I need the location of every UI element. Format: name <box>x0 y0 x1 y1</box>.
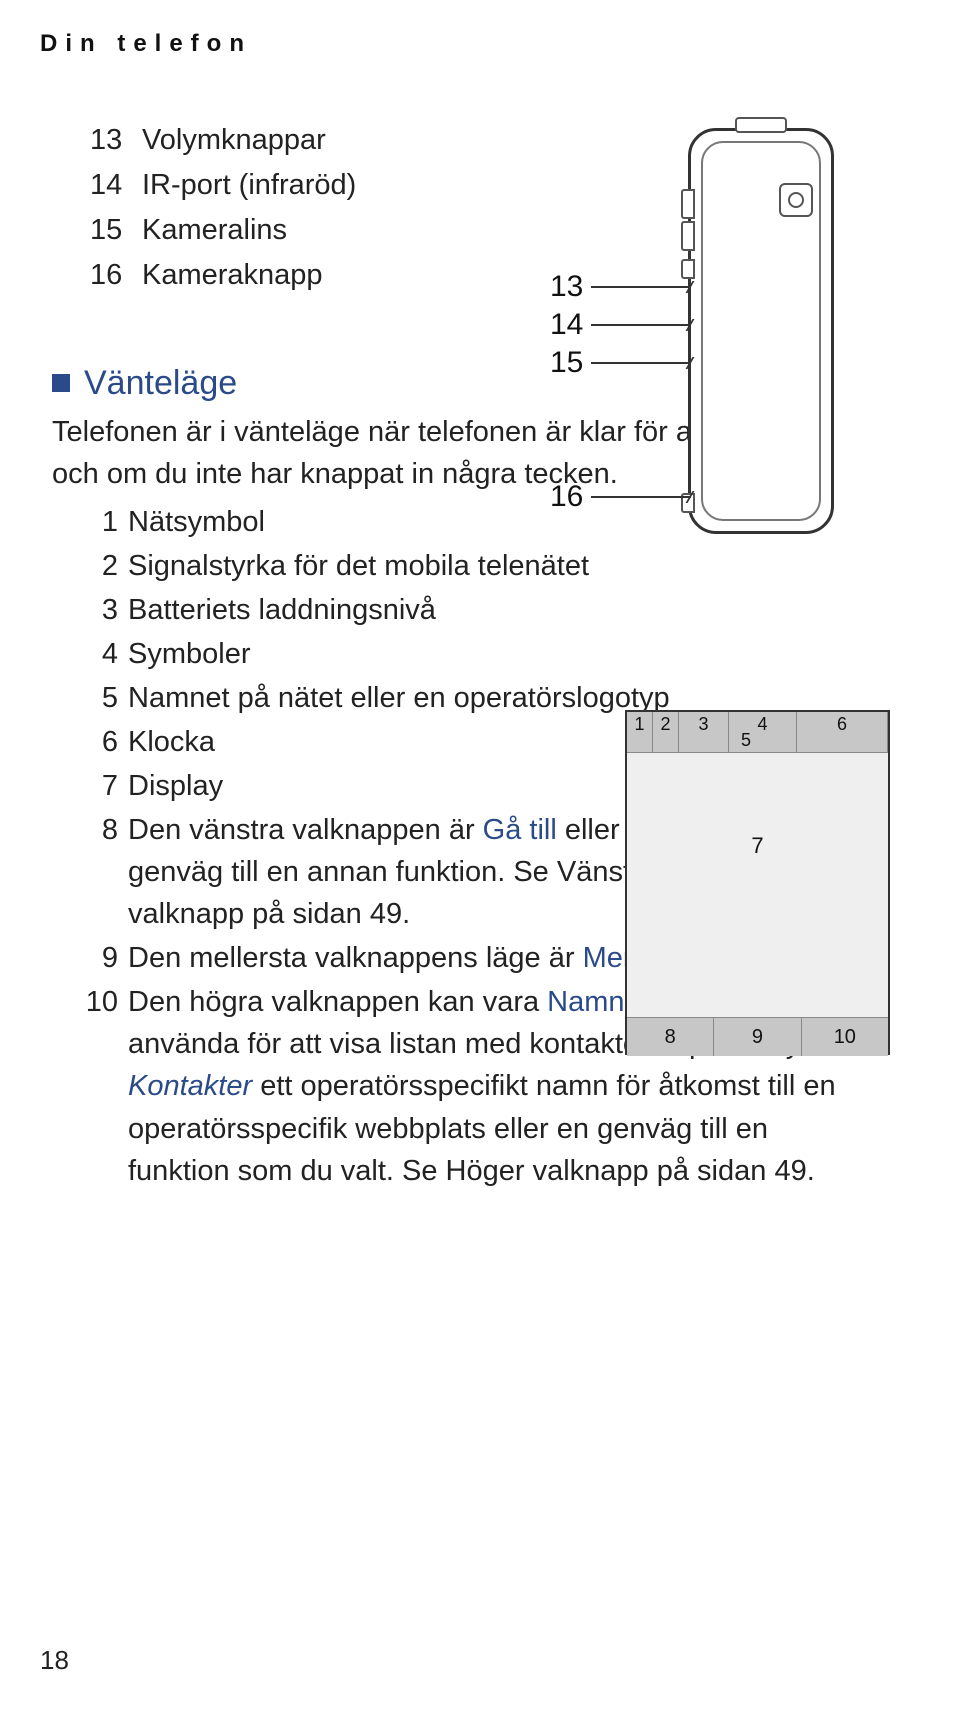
callout-14: 14 <box>550 308 697 342</box>
status-seg-2: 2 <box>653 712 679 752</box>
emphasis-italic: Kontakter <box>128 1070 252 1102</box>
item-number: 2 <box>70 545 128 587</box>
list-item: 4Symboler <box>70 633 860 675</box>
status-bar: 1 2 3 4 6 5 <box>627 712 888 753</box>
screen-body: 7 <box>627 753 888 1017</box>
emphasis: Gå till <box>483 814 557 846</box>
item-text: Klocka <box>128 721 688 763</box>
item-label: Kameraknapp <box>142 253 323 298</box>
section-title: Vänteläge <box>84 364 237 403</box>
emphasis: Namn <box>547 986 624 1018</box>
list-item: 3Batteriets laddningsnivå <box>70 589 860 631</box>
item-number: 16 <box>90 253 132 298</box>
item-label: IR-port (infraröd) <box>142 163 356 208</box>
item-number: 6 <box>70 721 128 763</box>
item-number: 8 <box>70 809 128 935</box>
item-number: 3 <box>70 589 128 631</box>
status-seg-1: 1 <box>627 712 653 752</box>
volume-up-button-icon <box>681 189 695 219</box>
screen-label-7: 7 <box>627 833 888 859</box>
softkey-bar: 8 9 10 <box>627 1017 888 1056</box>
item-number: 14 <box>90 163 132 208</box>
item-number: 10 <box>70 981 128 1191</box>
item-number: 1 <box>70 501 128 543</box>
square-bullet-icon <box>52 374 70 392</box>
item-number: 4 <box>70 633 128 675</box>
running-header: Din telefon <box>40 30 860 58</box>
callout-13: 13 <box>550 270 697 304</box>
camera-lens-icon <box>779 183 813 217</box>
item-number: 13 <box>90 118 132 163</box>
callout-15: 15 <box>550 346 697 380</box>
item-text: Namnet på nätet eller en operatörslogoty… <box>128 677 688 719</box>
phone-side-figure: 13 14 15 16 <box>540 100 880 550</box>
volume-down-button-icon <box>681 221 695 251</box>
item-number: 9 <box>70 937 128 979</box>
item-text: Signalstyrka för det mobila telenätet <box>128 545 688 587</box>
item-text: Display <box>128 765 688 807</box>
item-text: Batteriets laddningsnivå <box>128 589 688 631</box>
screen-figure: 1 2 3 4 6 5 7 8 9 10 <box>625 710 890 1055</box>
item-number: 5 <box>70 677 128 719</box>
status-seg-6: 6 <box>797 712 888 752</box>
status-seg-4: 4 <box>729 712 797 752</box>
softkey-middle: 9 <box>714 1018 801 1056</box>
status-seg-3: 3 <box>679 712 729 752</box>
phone-top-slot-icon <box>735 117 787 133</box>
item-label: Volymknappar <box>142 118 326 163</box>
item-text: Den vänstra valknappen är Gå till eller … <box>128 809 688 935</box>
phone-outline <box>688 128 834 534</box>
list-item: 2Signalstyrka för det mobila telenätet <box>70 545 860 587</box>
status-label-5: 5 <box>741 730 751 751</box>
item-number: 7 <box>70 765 128 807</box>
page-number: 18 <box>40 1645 69 1676</box>
softkey-left: 8 <box>627 1018 714 1056</box>
item-label: Kameralins <box>142 208 287 253</box>
item-number: 15 <box>90 208 132 253</box>
softkey-right: 10 <box>802 1018 888 1056</box>
item-text: Symboler <box>128 633 688 675</box>
callout-16: 16 <box>550 480 697 514</box>
